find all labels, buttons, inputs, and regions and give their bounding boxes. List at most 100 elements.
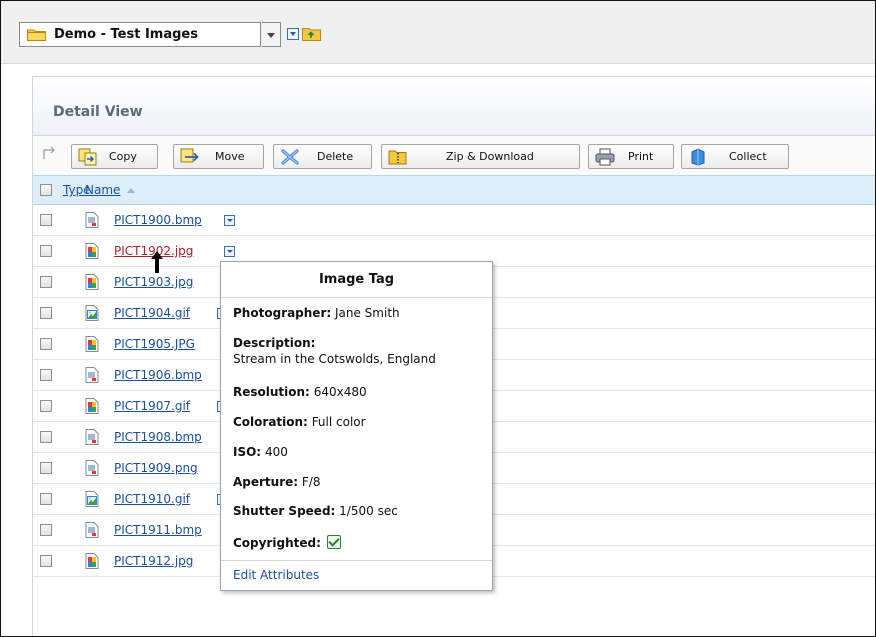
- zip-icon: [388, 150, 407, 165]
- select-arrow-icon: [43, 146, 55, 159]
- copyrighted-label: Copyrighted:: [233, 536, 321, 550]
- copy-label: Copy: [109, 150, 137, 163]
- printer-icon: [595, 148, 615, 166]
- aperture-value: F/8: [301, 475, 321, 489]
- row-checkbox[interactable]: [40, 431, 52, 443]
- row-checkbox[interactable]: [40, 462, 52, 474]
- shutter-value: 1/500 sec: [339, 504, 398, 518]
- toolbar: Copy Move Delete Zip & Download Print Co…: [33, 135, 875, 176]
- sort-ascending-icon: [127, 188, 135, 193]
- jpg-file-icon: [85, 336, 99, 352]
- iso-line: ISO: 400: [233, 445, 288, 459]
- row-checkbox[interactable]: [40, 369, 52, 381]
- row-checkbox[interactable]: [40, 338, 52, 350]
- row-checkbox[interactable]: [40, 555, 52, 567]
- row-menu-icon[interactable]: [224, 246, 235, 257]
- description-value: Stream in the Cotswolds, England: [233, 352, 436, 366]
- folder-bar: Demo - Test Images: [1, 1, 875, 64]
- file-name-link[interactable]: PICT1911.bmp: [114, 523, 202, 537]
- chevron-down-icon: [267, 33, 275, 38]
- popup-title: Image Tag: [221, 262, 492, 298]
- table-row[interactable]: PICT1900.bmp: [33, 205, 875, 236]
- file-name-link[interactable]: PICT1909.png: [114, 461, 198, 475]
- print-label: Print: [628, 150, 654, 163]
- file-name-link[interactable]: PICT1905.JPG: [114, 337, 195, 351]
- file-name-link[interactable]: PICT1907.gif: [114, 399, 190, 413]
- zip-download-button[interactable]: Zip & Download: [381, 144, 580, 169]
- parent-folder-icon[interactable]: [302, 26, 321, 41]
- coloration-line: Coloration: Full color: [233, 415, 366, 429]
- gif-file-icon: [85, 305, 99, 321]
- description-label-line: Description:: [233, 336, 315, 350]
- file-name-link[interactable]: PICT1904.gif: [114, 306, 190, 320]
- app-frame: Demo - Test Images Detail View Copy Move…: [0, 0, 876, 637]
- gif-file-icon: [85, 491, 99, 507]
- row-checkbox[interactable]: [40, 245, 52, 257]
- delete-button[interactable]: Delete: [273, 144, 372, 169]
- row-menu-icon[interactable]: [224, 215, 235, 226]
- photographer-line: Photographer: Jane Smith: [233, 306, 400, 320]
- image-tag-popup: Image Tag Photographer: Jane Smith Descr…: [220, 261, 493, 591]
- iso-label: ISO:: [233, 445, 262, 459]
- photographer-value: Jane Smith: [334, 306, 400, 320]
- move-label: Move: [215, 150, 245, 163]
- resolution-line: Resolution: 640x480: [233, 385, 367, 399]
- jpg-file-icon: [85, 553, 99, 569]
- aperture-line: Aperture: F/8: [233, 475, 321, 489]
- description-label: Description:: [233, 336, 316, 350]
- description-value-line: Stream in the Cotswolds, England: [233, 352, 436, 366]
- move-button[interactable]: Move: [173, 144, 264, 169]
- file-name-link[interactable]: PICT1900.bmp: [114, 213, 202, 227]
- copy-button[interactable]: Copy: [71, 144, 158, 169]
- folder-dropdown-button[interactable]: [262, 22, 281, 47]
- row-checkbox[interactable]: [40, 400, 52, 412]
- bmp-file-icon: [85, 429, 99, 445]
- file-name-link[interactable]: PICT1908.bmp: [114, 430, 202, 444]
- column-name[interactable]: Name: [85, 183, 120, 197]
- row-checkbox[interactable]: [40, 214, 52, 226]
- copyrighted-line: Copyrighted:: [233, 535, 341, 550]
- bmp-file-icon: [85, 522, 99, 538]
- bmp-file-icon: [85, 212, 99, 228]
- collect-icon: [691, 148, 705, 166]
- file-name-link[interactable]: PICT1910.gif: [114, 492, 190, 506]
- collect-button[interactable]: Collect: [681, 144, 789, 169]
- print-button[interactable]: Print: [588, 144, 674, 169]
- delete-label: Delete: [317, 150, 354, 163]
- file-name-link[interactable]: PICT1912.jpg: [114, 554, 193, 568]
- coloration-value: Full color: [311, 415, 366, 429]
- row-checkbox[interactable]: [40, 524, 52, 536]
- file-name-link[interactable]: PICT1903.jpg: [114, 275, 193, 289]
- panel-title: Detail View: [53, 104, 143, 120]
- edit-attributes-link[interactable]: Edit Attributes: [233, 568, 319, 582]
- popup-footer: Edit Attributes: [221, 560, 492, 591]
- copyright-check-icon: [326, 535, 341, 549]
- folder-select[interactable]: Demo - Test Images: [19, 22, 261, 47]
- mouse-cursor-icon: [151, 251, 163, 273]
- collect-label: Collect: [729, 150, 767, 163]
- jpg-file-icon: [85, 398, 99, 414]
- folder-menu-icon[interactable]: [287, 28, 299, 40]
- bmp-file-icon: [85, 460, 99, 476]
- aperture-label: Aperture:: [233, 475, 299, 489]
- delete-icon: [281, 149, 299, 165]
- resolution-label: Resolution:: [233, 385, 310, 399]
- select-all-checkbox[interactable]: [40, 184, 52, 196]
- move-icon: [180, 148, 199, 163]
- folder-icon: [27, 29, 46, 41]
- resolution-value: 640x480: [313, 385, 367, 399]
- jpg-file-icon: [85, 243, 99, 259]
- zip-download-label: Zip & Download: [446, 150, 534, 163]
- row-checkbox[interactable]: [40, 307, 52, 319]
- photographer-label: Photographer:: [233, 306, 332, 320]
- row-checkbox[interactable]: [40, 493, 52, 505]
- shutter-line: Shutter Speed: 1/500 sec: [233, 504, 398, 518]
- file-name-link[interactable]: PICT1906.bmp: [114, 368, 202, 382]
- iso-value: 400: [264, 445, 288, 459]
- row-checkbox[interactable]: [40, 276, 52, 288]
- coloration-label: Coloration:: [233, 415, 308, 429]
- bmp-file-icon: [85, 367, 99, 383]
- copy-icon: [78, 148, 97, 166]
- table-header: Type Name: [33, 175, 875, 205]
- shutter-label: Shutter Speed:: [233, 504, 336, 518]
